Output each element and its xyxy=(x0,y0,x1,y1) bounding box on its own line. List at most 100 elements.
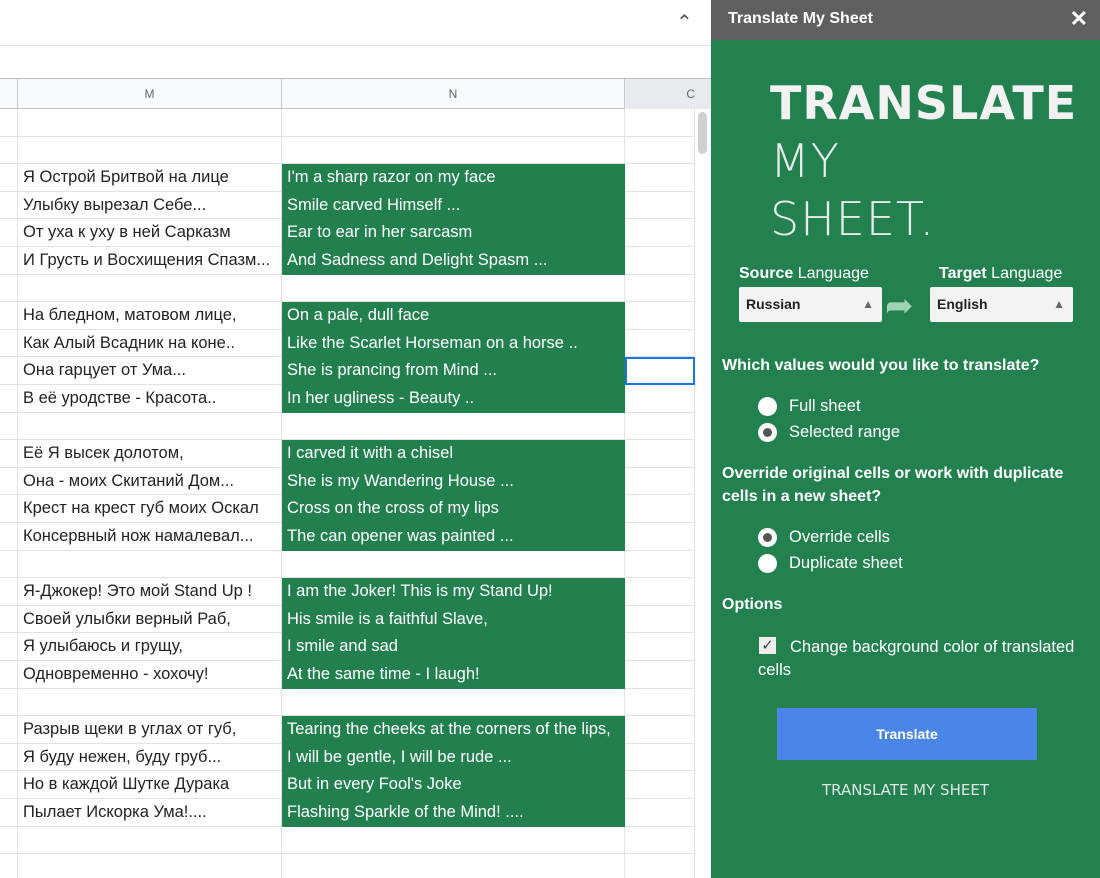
cell[interactable] xyxy=(282,274,625,303)
cell[interactable]: Одновременно - хохочу! xyxy=(18,661,282,689)
cell[interactable] xyxy=(625,799,695,827)
cell[interactable] xyxy=(282,109,625,137)
cell[interactable]: Разрыв щеки в углах от губ, xyxy=(18,716,282,744)
cell[interactable]: I carved it with a chisel xyxy=(282,440,625,468)
cell[interactable]: Она - моих Скитаний Дом... xyxy=(18,467,282,496)
row-header[interactable] xyxy=(0,716,18,744)
cell[interactable] xyxy=(625,191,695,220)
radio-icon[interactable] xyxy=(758,397,777,416)
row-header[interactable] xyxy=(0,329,18,358)
row-header[interactable] xyxy=(0,136,18,165)
row-header[interactable] xyxy=(0,191,18,220)
row-header[interactable] xyxy=(0,219,18,247)
cell[interactable] xyxy=(18,688,282,717)
cell[interactable]: Smile carved Himself ... xyxy=(282,191,625,220)
row-header[interactable] xyxy=(0,550,18,579)
radio-selected-range[interactable]: Selected range xyxy=(758,423,900,442)
row-header[interactable] xyxy=(0,661,18,689)
cell[interactable] xyxy=(625,219,695,247)
cell[interactable] xyxy=(282,826,625,855)
cell[interactable] xyxy=(625,109,695,137)
row-header[interactable] xyxy=(0,357,18,385)
column-header-o[interactable]: C xyxy=(625,79,711,109)
cell[interactable]: И Грусть и Восхищения Спазм... xyxy=(18,247,282,275)
cell[interactable]: Консервный нож намалевал... xyxy=(18,523,282,551)
row-header[interactable] xyxy=(0,412,18,441)
radio-duplicate-sheet[interactable]: Duplicate sheet xyxy=(758,554,903,573)
cell[interactable] xyxy=(625,605,695,634)
column-header-m[interactable]: M xyxy=(18,79,282,109)
cell[interactable] xyxy=(282,688,625,717)
row-header[interactable] xyxy=(0,385,18,413)
cell[interactable]: Её Я высек долотом, xyxy=(18,440,282,468)
cell[interactable]: Пылает Искорка Ума!.... xyxy=(18,799,282,827)
cell[interactable]: Я улыбаюсь и грущу, xyxy=(18,633,282,661)
cell[interactable] xyxy=(625,440,695,468)
cell[interactable] xyxy=(18,550,282,579)
source-language-select[interactable]: Russian ▲ xyxy=(739,287,882,322)
cell[interactable]: Как Алый Всадник на коне.. xyxy=(18,329,282,358)
cell[interactable] xyxy=(625,633,695,661)
row-header[interactable] xyxy=(0,578,18,606)
checkbox-label[interactable]: Change background color of translated ce… xyxy=(758,636,1088,682)
cell[interactable] xyxy=(625,274,695,303)
cell[interactable]: In her ugliness - Beauty .. xyxy=(282,385,625,413)
row-header[interactable] xyxy=(0,743,18,772)
row-header[interactable] xyxy=(0,799,18,827)
cell[interactable]: I am the Joker! This is my Stand Up! xyxy=(282,578,625,606)
cell[interactable]: Крест на крест губ моих Оскал xyxy=(18,495,282,523)
cell[interactable]: I'm a sharp razor on my face xyxy=(282,164,625,192)
translate-button[interactable]: Translate xyxy=(777,708,1037,760)
cell[interactable] xyxy=(18,826,282,855)
cell[interactable] xyxy=(625,688,695,717)
cell[interactable] xyxy=(282,412,625,441)
radio-full-sheet[interactable]: Full sheet xyxy=(758,397,861,416)
cell[interactable] xyxy=(625,412,695,441)
cell[interactable]: На бледном, матовом лице, xyxy=(18,302,282,330)
row-header[interactable] xyxy=(0,302,18,330)
chevron-up-icon[interactable]: ⌃ xyxy=(676,10,693,35)
cell[interactable]: Улыбку вырезал Себе... xyxy=(18,191,282,220)
row-header[interactable] xyxy=(0,164,18,192)
cell[interactable] xyxy=(625,578,695,606)
row-header[interactable] xyxy=(0,467,18,496)
cell[interactable]: Flashing Sparkle of the Mind! .... xyxy=(282,799,625,827)
row-header[interactable] xyxy=(0,247,18,275)
row-header[interactable] xyxy=(0,771,18,799)
row-header[interactable] xyxy=(0,274,18,303)
cell[interactable] xyxy=(282,854,625,878)
cell[interactable]: Cross on the cross of my lips xyxy=(282,495,625,523)
cell[interactable]: The can opener was painted ... xyxy=(282,523,625,551)
row-header[interactable] xyxy=(0,688,18,717)
close-icon[interactable]: ✕ xyxy=(1070,6,1088,32)
radio-override-cells[interactable]: Override cells xyxy=(758,528,890,547)
cell[interactable] xyxy=(625,247,695,275)
cell[interactable] xyxy=(625,716,695,744)
cell[interactable]: Я-Джокер! Это мой Stand Up ! xyxy=(18,578,282,606)
cell[interactable] xyxy=(625,550,695,579)
cell[interactable] xyxy=(18,854,282,878)
row-header[interactable] xyxy=(0,109,18,137)
scrollbar-thumb[interactable] xyxy=(698,112,707,154)
cell[interactable] xyxy=(625,523,695,551)
cell[interactable] xyxy=(625,495,695,523)
radio-icon[interactable] xyxy=(758,528,777,547)
cell[interactable] xyxy=(625,826,695,855)
vertical-scrollbar[interactable] xyxy=(695,109,711,878)
cell[interactable] xyxy=(625,385,695,413)
row-header[interactable] xyxy=(0,854,18,878)
cell[interactable]: I will be gentle, I will be rude ... xyxy=(282,743,625,772)
column-header-n[interactable]: N xyxy=(282,79,625,109)
cell[interactable] xyxy=(18,136,282,165)
cell[interactable] xyxy=(625,854,695,878)
cell[interactable] xyxy=(625,302,695,330)
cell[interactable] xyxy=(625,136,695,165)
cell[interactable]: В её уродстве - Красота.. xyxy=(18,385,282,413)
row-header[interactable] xyxy=(0,826,18,855)
corner-header[interactable] xyxy=(0,79,18,109)
cell[interactable]: Но в каждой Шутке Дурака xyxy=(18,771,282,799)
radio-icon[interactable] xyxy=(758,423,777,442)
cell[interactable]: His smile is a faithful Slave, xyxy=(282,605,625,634)
cell[interactable] xyxy=(18,109,282,137)
radio-icon[interactable] xyxy=(758,554,777,573)
